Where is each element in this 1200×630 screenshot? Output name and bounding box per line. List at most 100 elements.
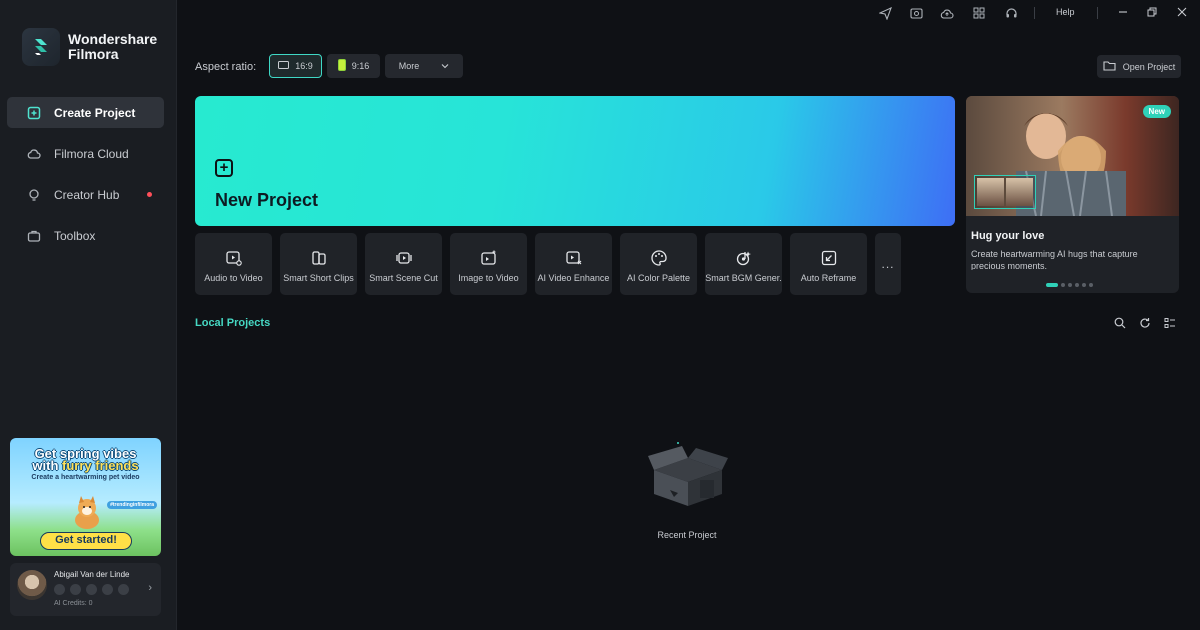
recent-project-label: Recent Project — [657, 530, 717, 540]
sidebar-item-create-project[interactable]: Create Project — [7, 97, 164, 128]
plus-square-icon — [27, 106, 41, 120]
more-label: More — [398, 61, 420, 71]
sidebar-item-toolbox[interactable]: Toolbox — [7, 220, 164, 251]
carousel-dot[interactable] — [1075, 283, 1079, 287]
image-to-video-icon — [480, 249, 498, 267]
media-library-icon[interactable] — [909, 6, 923, 20]
thumbnail — [1006, 178, 1033, 206]
brand: Wondershare Filmora — [22, 28, 157, 66]
bulb-icon — [27, 188, 41, 202]
landscape-icon — [278, 61, 290, 71]
badge-icon — [118, 584, 129, 595]
feature-description: Create heartwarming AI hugs that capture… — [971, 249, 1138, 270]
sidebar-item-creator-hub[interactable]: Creator Hub — [7, 179, 164, 210]
user-badges — [54, 584, 129, 595]
tool-label: AI Color Palette — [626, 273, 691, 283]
sidebar-nav: Create Project Filmora Cloud Creator Hub — [7, 97, 164, 261]
carousel-dot[interactable] — [1046, 283, 1058, 287]
tool-smart-scene-cut[interactable]: Smart Scene Cut — [365, 233, 442, 295]
send-icon[interactable] — [878, 6, 892, 20]
feature-card[interactable]: New Hug your love Create heartwarming AI… — [966, 96, 1179, 293]
help-button[interactable]: Help — [1056, 7, 1075, 17]
chevron-right-icon: › — [148, 582, 152, 594]
tool-smart-bgm-generator[interactable]: Smart BGM Gener. — [705, 233, 782, 295]
tool-label: Auto Reframe — [800, 273, 857, 283]
tool-auto-reframe[interactable]: Auto Reframe — [790, 233, 867, 295]
open-project-button[interactable]: Open Project — [1097, 55, 1181, 78]
sidebar: Wondershare Filmora Create Project Filmo… — [0, 0, 177, 630]
promo-subtitle: Create a heartwarming pet video — [31, 474, 140, 481]
user-name: Abigail Van der Linde — [54, 570, 130, 579]
portrait-icon — [337, 59, 346, 73]
ai-video-enhance-icon — [565, 249, 583, 267]
audio-to-video-icon — [225, 249, 243, 267]
cloud-icon — [27, 147, 41, 161]
aspect-16-9-label: 16:9 — [295, 61, 313, 71]
carousel-dot[interactable] — [1089, 283, 1093, 287]
smart-bgm-icon — [735, 249, 753, 267]
brand-line-2: Filmora — [68, 46, 119, 62]
tool-label: Smart Scene Cut — [369, 273, 438, 283]
brand-name: Wondershare Filmora — [68, 32, 157, 62]
get-started-button[interactable]: Get started! — [40, 532, 132, 550]
aspect-9-16-button[interactable]: 9:16 — [327, 54, 380, 78]
sidebar-item-filmora-cloud[interactable]: Filmora Cloud — [7, 138, 164, 169]
more-tools-button[interactable]: ... — [875, 233, 901, 295]
promo-headline-2a: with — [32, 458, 63, 473]
filmora-app: Wondershare Filmora Create Project Filmo… — [0, 0, 1200, 630]
local-projects-title: Local Projects — [195, 317, 271, 329]
tool-label: AI Video Enhance — [537, 273, 610, 283]
sidebar-item-label: Filmora Cloud — [54, 146, 129, 161]
restore-icon[interactable] — [1143, 4, 1161, 20]
feature-thumbnails — [974, 175, 1036, 209]
avatar — [17, 570, 47, 600]
promo-headline-2b: furry friends — [62, 458, 139, 473]
divider — [1097, 7, 1098, 19]
search-icon[interactable] — [1113, 316, 1127, 330]
new-badge: New — [1142, 105, 1171, 118]
aspect-16-9-button[interactable]: 16:9 — [269, 54, 322, 78]
badge-icon — [70, 584, 81, 595]
badge-icon — [102, 584, 113, 595]
carousel-dot[interactable] — [1068, 283, 1072, 287]
shiba-dog-icon — [75, 496, 99, 529]
tool-audio-to-video[interactable]: Audio to Video — [195, 233, 272, 295]
new-project-card[interactable]: + New Project — [195, 96, 955, 226]
aspect-ratio-label: Aspect ratio: — [195, 61, 257, 73]
minimize-icon[interactable] — [1114, 4, 1132, 20]
tool-smart-short-clips[interactable]: Smart Short Clips — [280, 233, 357, 295]
badge-icon — [54, 584, 65, 595]
promo-banner[interactable]: Get spring vibes with furry friends Crea… — [10, 438, 161, 556]
headset-icon[interactable] — [1004, 6, 1018, 20]
open-project-label: Open Project — [1122, 61, 1176, 72]
more-aspect-dropdown[interactable]: More — [385, 54, 463, 78]
close-icon[interactable] — [1173, 4, 1191, 20]
tool-ai-video-enhance[interactable]: AI Video Enhance — [535, 233, 612, 295]
chevron-down-icon — [441, 61, 449, 71]
user-panel[interactable]: Abigail Van der Linde AI Credits: 0 › — [10, 563, 161, 616]
badge-icon — [86, 584, 97, 595]
sidebar-item-label: Toolbox — [54, 228, 96, 243]
filmora-logo-icon — [22, 28, 60, 66]
tool-ai-color-palette[interactable]: AI Color Palette — [620, 233, 697, 295]
promo-hashtag: #trendinginfilmora — [107, 501, 157, 509]
divider — [1034, 7, 1035, 19]
plus-icon: + — [215, 159, 233, 177]
carousel-dot[interactable] — [1082, 283, 1086, 287]
smart-short-clips-icon — [310, 249, 328, 267]
feature-title: Hug your love — [971, 230, 1045, 242]
apps-grid-icon[interactable] — [972, 6, 986, 20]
carousel-indicators — [1046, 283, 1093, 287]
tool-label: Audio to Video — [204, 273, 263, 283]
carousel-dot[interactable] — [1061, 283, 1065, 287]
sidebar-item-label: Create Project — [54, 105, 136, 120]
tool-image-to-video[interactable]: Image to Video — [450, 233, 527, 295]
folder-icon — [1103, 60, 1116, 73]
toolbox-icon — [27, 229, 41, 243]
cloud-upload-icon[interactable] — [940, 6, 954, 20]
ai-credits: AI Credits: 0 — [54, 600, 93, 607]
tool-label: Image to Video — [458, 273, 519, 283]
notification-dot — [147, 192, 152, 197]
refresh-icon[interactable] — [1138, 316, 1152, 330]
list-view-icon[interactable] — [1163, 316, 1177, 330]
